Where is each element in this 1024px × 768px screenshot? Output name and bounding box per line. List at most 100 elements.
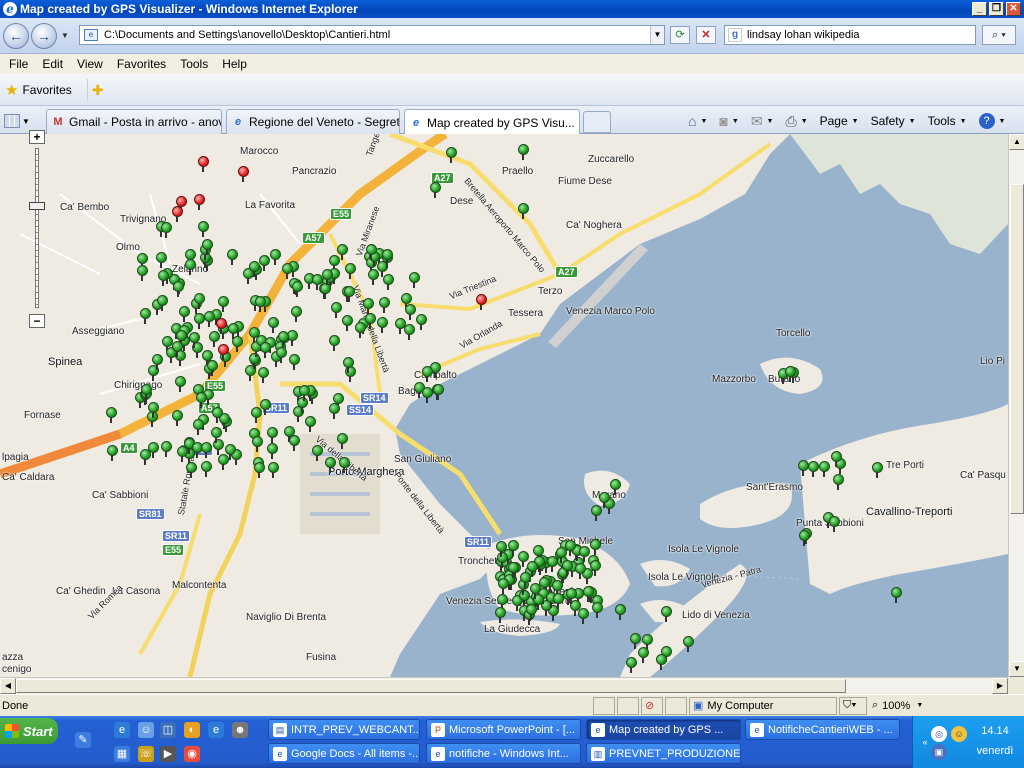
map-marker-green[interactable] — [336, 433, 348, 450]
window-title-bar[interactable]: e Map created by GPS Visualizer - Window… — [0, 0, 1024, 18]
quicklaunch-user-icon[interactable]: ☺ — [138, 722, 154, 738]
horizontal-scroll-thumb[interactable] — [16, 679, 846, 693]
map-marker-green[interactable] — [324, 457, 336, 474]
map-marker-green[interactable] — [336, 244, 348, 261]
menu-edit[interactable]: Edit — [35, 57, 70, 71]
map-marker-green[interactable] — [328, 402, 340, 419]
map-marker-green[interactable] — [784, 366, 796, 383]
map-marker-green[interactable] — [638, 646, 650, 663]
map-marker-green[interactable] — [188, 332, 200, 349]
map-marker-green[interactable] — [331, 302, 343, 319]
map-marker-green[interactable] — [339, 457, 351, 474]
feeds-button[interactable]: ◙ ▼ — [719, 113, 738, 129]
map-marker-green[interactable] — [311, 445, 323, 462]
tab-regione-veneto[interactable]: e Regione del Veneto - Segret... — [226, 109, 400, 134]
map-marker-red[interactable] — [476, 294, 487, 310]
map-marker-green[interactable] — [156, 294, 168, 311]
taskbar-button-notifiche-web[interactable]: e NotificheCantieriWEB - ... — [745, 719, 900, 740]
map-marker-green[interactable] — [819, 460, 831, 477]
map-marker-green[interactable] — [284, 426, 296, 443]
map-marker-green[interactable] — [160, 441, 172, 458]
map-marker-green[interactable] — [107, 444, 119, 461]
stop-button[interactable]: ✕ — [696, 26, 716, 44]
map-marker-green[interactable] — [152, 354, 164, 371]
map-marker-green[interactable] — [291, 281, 303, 298]
back-button[interactable]: ← — [3, 22, 29, 49]
zoom-slider-track[interactable] — [35, 148, 39, 308]
map-marker-green[interactable] — [565, 540, 577, 557]
maximize-button[interactable]: ❐ — [989, 2, 1004, 16]
map-marker-green[interactable] — [429, 182, 441, 199]
map-marker-green[interactable] — [200, 441, 212, 458]
taskbar-button-powerpoint[interactable]: P Microsoft PowerPoint - [... — [426, 719, 581, 740]
map-marker-green[interactable] — [299, 384, 311, 401]
map-marker-green[interactable] — [289, 353, 301, 370]
map-marker-green[interactable] — [381, 249, 393, 266]
map-marker-green[interactable] — [807, 460, 819, 477]
map-marker-green[interactable] — [320, 282, 331, 299]
map-marker-green[interactable] — [206, 360, 218, 377]
map-marker-green[interactable] — [599, 491, 611, 508]
map-marker-green[interactable] — [211, 426, 223, 443]
map-marker-green[interactable] — [404, 323, 416, 340]
tray-app-icon[interactable]: ☺ — [951, 726, 967, 742]
minimize-button[interactable]: _ — [972, 2, 987, 16]
scroll-right-button[interactable]: ▶ — [992, 678, 1008, 694]
map-marker-green[interactable] — [260, 341, 272, 358]
map-marker-red[interactable] — [198, 156, 209, 172]
map-marker-green[interactable] — [682, 636, 694, 653]
map-marker-green[interactable] — [404, 304, 416, 321]
map-marker-green[interactable] — [148, 442, 160, 459]
map-marker-green[interactable] — [249, 326, 261, 343]
map-view[interactable]: Marocco Pancrazio Praello Zuccarello Fiume D… — [0, 134, 1008, 677]
quicklaunch-ie2-icon[interactable]: e — [208, 722, 224, 738]
map-marker-green[interactable] — [192, 418, 204, 435]
map-marker-green[interactable] — [161, 221, 173, 238]
map-marker-green[interactable] — [258, 255, 270, 272]
zoom-level-button[interactable]: ⌕ 100% ▼ — [869, 697, 949, 715]
map-marker-green[interactable] — [136, 264, 148, 281]
map-marker-green[interactable] — [194, 312, 206, 329]
map-marker-green[interactable] — [105, 406, 117, 423]
scroll-down-button[interactable]: ▼ — [1009, 661, 1024, 677]
map-marker-green[interactable] — [140, 384, 152, 401]
quicklaunch-skype-icon[interactable]: ☏ — [138, 746, 154, 762]
map-marker-green[interactable] — [224, 443, 236, 460]
safety-menu[interactable]: Safety ▼ — [871, 114, 916, 128]
map-marker-green[interactable] — [282, 262, 294, 279]
map-marker-green[interactable] — [660, 605, 672, 622]
taskbar-button-google-docs[interactable]: e Google Docs - All items -... — [268, 743, 420, 764]
scroll-left-button[interactable]: ◀ — [0, 678, 16, 694]
quicklaunch-gimp-icon[interactable]: ☻ — [232, 722, 248, 738]
zoom-slider-thumb[interactable] — [29, 202, 45, 210]
start-button[interactable]: Start — [0, 718, 58, 744]
map-marker-green[interactable] — [872, 462, 884, 479]
map-marker-green[interactable] — [171, 410, 183, 427]
map-marker-green[interactable] — [266, 426, 278, 443]
map-marker-green[interactable] — [259, 398, 271, 415]
map-marker-green[interactable] — [365, 244, 377, 261]
map-marker-green[interactable] — [574, 562, 586, 579]
security-zone[interactable]: ▣ My Computer — [689, 696, 837, 715]
map-marker-green[interactable] — [830, 450, 842, 467]
map-marker-green[interactable] — [408, 271, 420, 288]
refresh-button[interactable]: ⟳ — [670, 26, 690, 44]
map-marker-green[interactable] — [589, 560, 601, 577]
map-marker-green[interactable] — [277, 330, 289, 347]
map-marker-green[interactable] — [526, 603, 538, 620]
map-marker-green[interactable] — [198, 220, 210, 237]
clock[interactable]: 14.14 — [973, 725, 1017, 737]
tab-gps-visualizer[interactable]: e Map created by GPS Visu... ✕ — [404, 109, 580, 135]
map-marker-green[interactable] — [416, 313, 428, 330]
map-marker-green[interactable] — [269, 249, 281, 266]
tab-gmail[interactable]: M Gmail - Posta in arrivo - anov... — [46, 109, 222, 134]
map-marker-green[interactable] — [890, 586, 902, 603]
history-dropdown[interactable]: ▼ — [59, 31, 71, 40]
map-marker-green[interactable] — [377, 317, 388, 334]
map-marker-green[interactable] — [178, 306, 190, 323]
quicklaunch-network-icon[interactable]: ◫ — [160, 722, 176, 738]
map-marker-green[interactable] — [577, 607, 589, 624]
map-marker-green[interactable] — [342, 357, 354, 374]
map-marker-green[interactable] — [147, 402, 159, 419]
map-marker-green[interactable] — [553, 592, 565, 609]
